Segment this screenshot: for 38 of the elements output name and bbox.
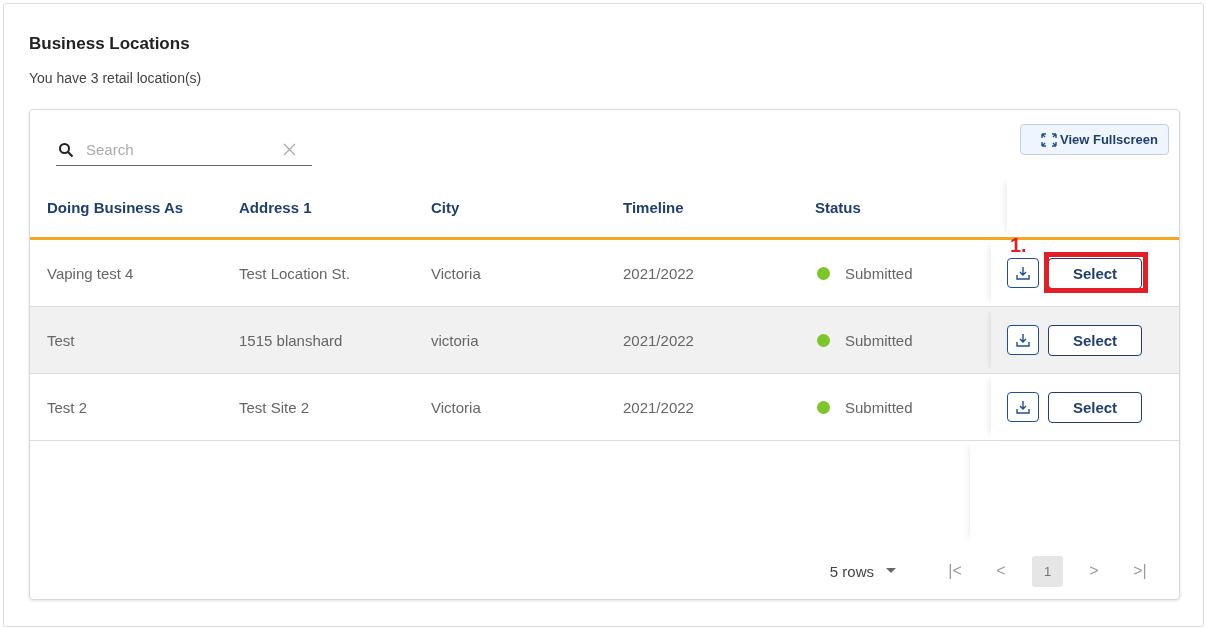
table-cell-text: 1515 blanshard [239,330,344,351]
annotation-number: 1. [1010,233,1027,257]
select-button[interactable]: Select [1048,391,1142,423]
download-icon [1016,400,1030,414]
status-text: Submitted [845,398,913,416]
table-cell-text: Vaping test 4 [46,263,135,284]
status-text: Submitted [845,264,913,282]
caret-icon [886,568,896,574]
table-cell-text: 2021/2022 [623,397,695,418]
table-cell-text: Victoria [431,263,482,284]
expand-icon [1040,132,1057,147]
table-cell-text: 2021/2022 [623,263,695,284]
download-button[interactable] [1007,325,1039,355]
download-button[interactable] [1007,392,1039,422]
column-header: City [431,198,461,218]
status-text: Submitted [845,331,913,349]
table-cell-text: Test Location St. [239,263,351,284]
column-header: Address 1 [239,198,313,218]
select-button[interactable]: Select [1048,324,1142,356]
column-header: Timeline [623,198,685,218]
table-cell-text: victoria [431,330,480,351]
location-count: You have 3 retail location(s) [29,70,203,86]
search-icon [58,141,74,158]
table-cell-text: Test [46,330,76,351]
fullscreen-button[interactable]: View Fullscreen [1019,124,1169,155]
table-cell-text: 2021/2022 [623,330,695,351]
table-cell-text: Test 2 [46,397,89,418]
select-button[interactable]: Select [1048,257,1142,289]
download-button[interactable] [1007,258,1039,288]
page-title: Business Locations [29,34,191,54]
column-header: Doing Business As [46,198,185,218]
page-number[interactable]: 1 [1032,555,1063,587]
table-cell-text: Test Site 2 [239,397,311,418]
rows-per-page-dropdown[interactable]: 5 rows [829,562,896,580]
download-icon [1016,333,1030,347]
column-header: Status [815,198,862,218]
table-cell-text: Victoria [431,397,482,418]
download-icon [1016,266,1030,280]
